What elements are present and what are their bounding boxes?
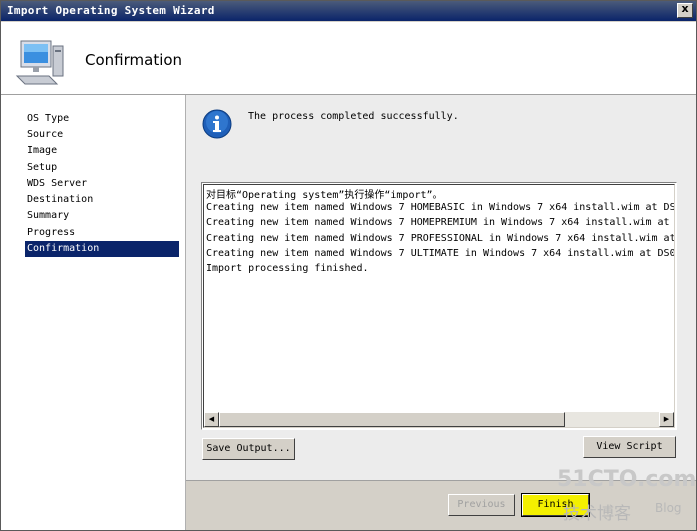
scroll-left-arrow-icon[interactable]: ◀	[204, 412, 219, 427]
log-line: Creating new item named Windows 7 ULTIMA…	[206, 248, 675, 259]
step-progress[interactable]: Progress	[25, 225, 179, 241]
log-line: Creating new item named Windows 7 HOMEBA…	[206, 202, 675, 213]
log-line: Import processing finished.	[206, 263, 369, 274]
wizard-header: Confirmation	[1, 22, 696, 95]
step-confirmation[interactable]: Confirmation	[25, 241, 179, 257]
horizontal-scrollbar[interactable]: ◀ ▶	[204, 412, 674, 427]
step-destination[interactable]: Destination	[25, 192, 179, 208]
title-bar[interactable]: Import Operating System Wizard x	[1, 1, 696, 21]
close-icon: x	[681, 2, 689, 15]
step-image[interactable]: Image	[25, 143, 179, 159]
wizard-content: The process completed successfully. 对目标“…	[186, 95, 696, 480]
view-script-button[interactable]: View Script	[583, 436, 676, 458]
log-line: Creating new item named Windows 7 HOMEPR…	[206, 217, 675, 228]
close-button[interactable]: x	[677, 2, 693, 18]
scroll-thumb[interactable]	[219, 412, 565, 427]
scroll-right-arrow-icon[interactable]: ▶	[659, 412, 674, 427]
wizard-steps-sidebar: OS Type Source Image Setup WDS Server De…	[1, 95, 186, 530]
information-icon	[202, 109, 232, 139]
window-title: Import Operating System Wizard	[7, 4, 215, 17]
output-log[interactable]: 对目标“Operating system”执行操作“import”。 Creat…	[201, 182, 677, 430]
log-line: 对目标“Operating system”执行操作“import”。	[206, 190, 443, 201]
step-wds-server[interactable]: WDS Server	[25, 176, 179, 192]
watermark-logo: 51CTO.com 技术博客 Blog	[557, 467, 697, 527]
page-title: Confirmation	[85, 51, 183, 69]
previous-button[interactable]: Previous	[448, 494, 515, 516]
step-summary[interactable]: Summary	[25, 208, 179, 224]
save-output-button[interactable]: Save Output...	[202, 438, 295, 460]
computer-monitor-icon	[15, 40, 64, 85]
step-setup[interactable]: Setup	[25, 160, 179, 176]
status-message: The process completed successfully.	[248, 111, 459, 122]
watermark-subtext: 技术博客	[563, 504, 631, 524]
log-line: Creating new item named Windows 7 PROFES…	[206, 233, 675, 244]
step-os-type[interactable]: OS Type	[25, 111, 179, 127]
step-source[interactable]: Source	[25, 127, 179, 143]
watermark-text: 51CTO.com	[557, 467, 697, 492]
wizard-window: Import Operating System Wizard x Confirm…	[0, 0, 697, 531]
watermark-blog-text: Blog	[655, 501, 682, 515]
